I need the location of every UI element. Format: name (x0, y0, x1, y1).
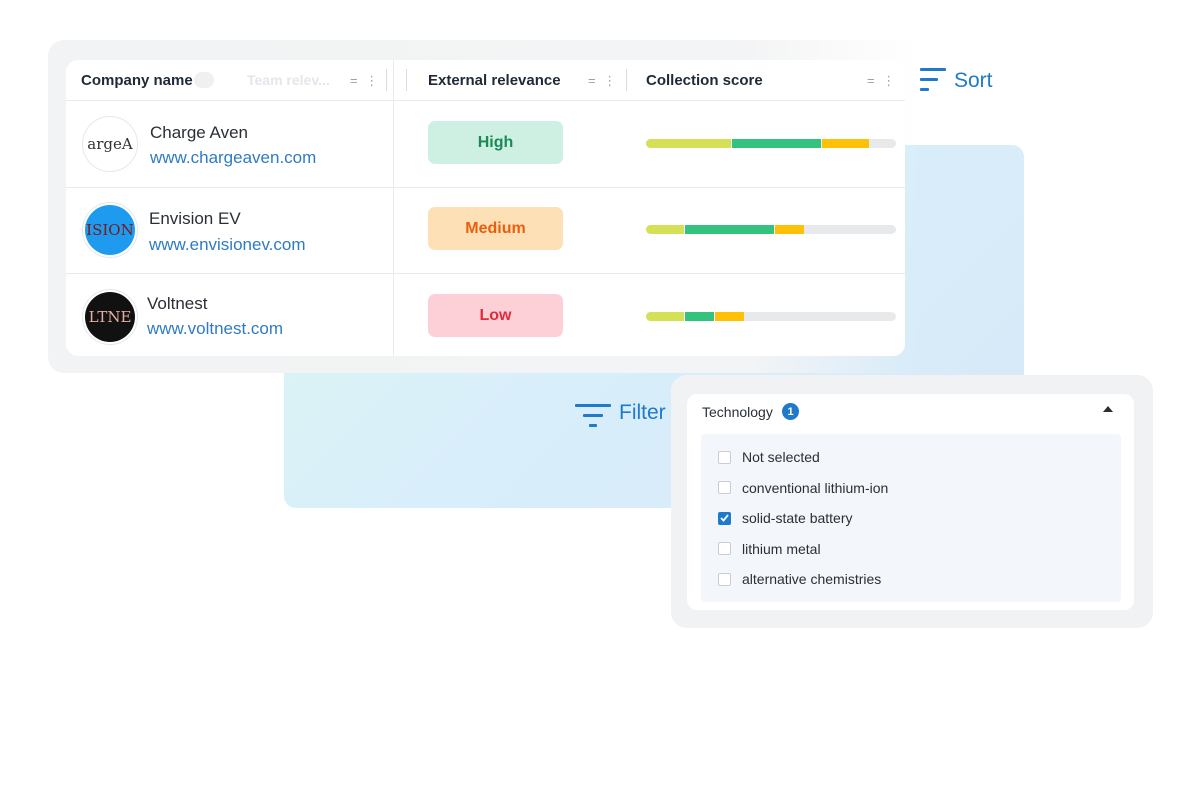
filter-label: Filter (619, 401, 666, 424)
collection-score-bar (646, 225, 896, 234)
filter-options-list: Not selected conventional lithium-ion soli… (701, 434, 1121, 602)
company-logo-mark: VISIONE (85, 205, 135, 255)
filter-button[interactable]: Filter (575, 400, 666, 427)
company-website-link[interactable]: www.chargeaven.com (150, 148, 316, 168)
technology-filter-dropdown: Technology 1 Not selected conventional li… (687, 394, 1134, 610)
filter-title[interactable]: Technology (702, 404, 773, 420)
filter-option-label: lithium metal (742, 540, 821, 557)
company-website-link[interactable]: www.voltnest.com (147, 319, 283, 339)
sort-button[interactable]: Sort (920, 68, 993, 94)
score-segment (713, 312, 744, 321)
column-header-team-relevance[interactable]: Team relev... (247, 60, 330, 100)
checkbox-icon[interactable] (718, 542, 731, 555)
column-resize-handle[interactable] (386, 69, 387, 91)
column-header-company[interactable]: Company name (81, 60, 193, 100)
score-segment (731, 139, 821, 148)
filter-option-label: conventional lithium-ion (742, 479, 889, 496)
relevance-badge[interactable]: Medium (428, 207, 563, 250)
relevance-badge[interactable]: Low (428, 294, 563, 337)
company-logo-mark: argeA (85, 119, 135, 169)
filter-option[interactable]: lithium metal (718, 539, 821, 559)
score-segment (683, 312, 714, 321)
score-segment (821, 139, 869, 148)
checkbox-icon[interactable] (718, 450, 731, 464)
score-segment (646, 225, 684, 234)
filter-option[interactable]: solid-state battery (718, 508, 853, 528)
sort-icon (920, 68, 946, 94)
checkbox-checked-icon[interactable] (718, 511, 731, 525)
column-resize-handle[interactable] (626, 69, 627, 91)
table-header: Company name Team relev... = ⋮ External … (66, 60, 905, 101)
filter-option[interactable]: conventional lithium-ion (718, 478, 888, 498)
relevance-badge[interactable]: High (428, 121, 563, 164)
table-row[interactable]: LTNE Voltnest www.voltnest.com Low (66, 274, 905, 356)
checkbox-icon[interactable] (718, 481, 731, 494)
score-segment (683, 225, 774, 234)
table-row[interactable]: argeA Charge Aven www.chargeaven.com High (66, 101, 905, 188)
company-logo: argeA (82, 116, 138, 172)
column-header-pill (194, 72, 214, 88)
collapse-caret-icon[interactable] (1103, 406, 1113, 412)
filter-icon (575, 400, 611, 427)
table-row[interactable]: VISIONE Envision EV www.envisionev.com Medi… (66, 187, 905, 274)
filter-option[interactable]: alternative chemistries (718, 569, 881, 589)
score-segment (646, 139, 731, 148)
company-logo: VISIONE (82, 202, 138, 258)
company-website-link[interactable]: www.envisionev.com (149, 235, 306, 255)
column-resize-handle[interactable] (406, 69, 407, 91)
company-logo-mark: LTNE (85, 292, 135, 342)
score-segment (646, 312, 684, 321)
company-name: Voltnest (147, 294, 208, 313)
column-header-external-relevance[interactable]: External relevance (428, 60, 561, 100)
filter-option-label: solid-state battery (742, 510, 853, 526)
column-menu-icon[interactable]: = ⋮ (350, 73, 380, 89)
sort-label: Sort (954, 69, 993, 92)
column-menu-icon[interactable]: = ⋮ (867, 73, 897, 89)
company-name: Envision EV (149, 209, 241, 228)
column-header-collection-score[interactable]: Collection score (646, 60, 763, 100)
filter-option[interactable]: Not selected (718, 447, 820, 467)
checkbox-icon[interactable] (718, 572, 731, 586)
score-segment (773, 225, 804, 234)
collection-score-bar (646, 139, 896, 148)
collection-score-bar (646, 312, 896, 321)
filter-option-label: Not selected (742, 449, 820, 465)
filter-option-label: alternative chemistries (742, 571, 882, 587)
company-logo: LTNE (82, 289, 138, 345)
selected-count-badge: 1 (782, 403, 799, 420)
companies-table: Company name Team relev... = ⋮ External … (66, 60, 905, 356)
column-menu-icon[interactable]: = ⋮ (588, 73, 618, 89)
company-name: Charge Aven (150, 123, 248, 142)
